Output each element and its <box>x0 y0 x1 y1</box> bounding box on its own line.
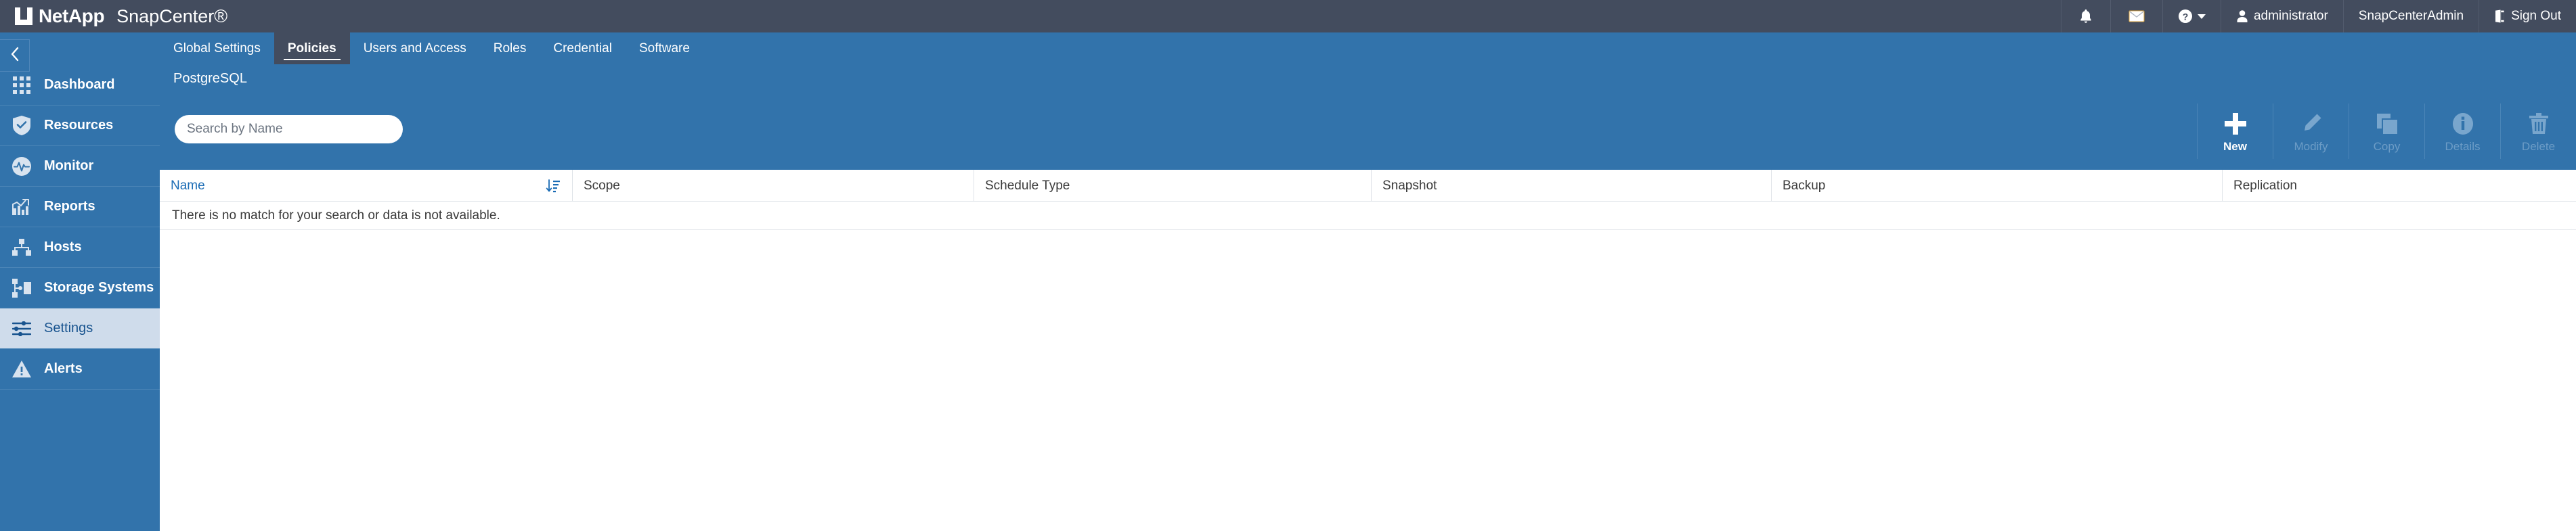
delete-button[interactable]: Delete <box>2500 103 2576 159</box>
svg-text:?: ? <box>2183 11 2189 22</box>
tab-credential[interactable]: Credential <box>540 32 626 64</box>
table-header-row: Name Scope Schedule Type Snapshot Backup… <box>160 170 2576 202</box>
sidebar-collapse-button[interactable] <box>0 39 30 72</box>
modify-label: Modify <box>2294 140 2328 153</box>
hosts-tree-icon <box>9 236 35 259</box>
pencil-icon <box>2300 109 2322 139</box>
plus-icon <box>2223 109 2248 139</box>
warning-triangle-icon <box>9 358 35 381</box>
copy-icon <box>2376 109 2398 139</box>
sidebar-item-label: Monitor <box>44 158 94 173</box>
current-user[interactable]: administrator <box>2220 0 2343 32</box>
grid-icon <box>9 74 35 97</box>
top-header-bar: NetApp SnapCenter® ? administrator SnapC… <box>0 0 2576 32</box>
trash-icon <box>2529 109 2548 139</box>
tab-bar: Global Settings Policies Users and Acces… <box>160 32 703 64</box>
tab-label: Policies <box>287 41 336 55</box>
user-icon <box>2236 9 2248 23</box>
current-user-label: administrator <box>2253 9 2328 23</box>
sidebar-item-reports[interactable]: Reports <box>0 187 160 227</box>
tab-label: Users and Access <box>363 41 466 55</box>
column-header-snapshot[interactable]: Snapshot <box>1371 170 1771 202</box>
tab-software[interactable]: Software <box>626 32 703 64</box>
sidebar-item-settings[interactable]: Settings <box>0 308 160 349</box>
bar-chart-icon <box>9 195 35 218</box>
modify-button[interactable]: Modify <box>2273 103 2349 159</box>
help-menu-button[interactable]: ? <box>2162 0 2221 32</box>
bell-icon <box>2079 9 2093 24</box>
page-title: PostgreSQL <box>173 71 247 86</box>
column-header-backup[interactable]: Backup <box>1771 170 2222 202</box>
details-button[interactable]: Details <box>2424 103 2500 159</box>
sort-ascending-icon[interactable] <box>546 179 561 193</box>
sidebar-item-monitor[interactable]: Monitor <box>0 146 160 187</box>
envelope-icon <box>2129 10 2145 22</box>
info-circle-icon <box>2452 109 2474 139</box>
storage-systems-icon <box>9 277 35 300</box>
tab-label: Roles <box>493 41 527 55</box>
tab-policies[interactable]: Policies <box>274 32 350 64</box>
details-label: Details <box>2445 140 2481 153</box>
sidebar: Dashboard Resources Monitor Reports Host… <box>0 32 160 531</box>
table-empty-message: There is no match for your search or dat… <box>160 202 2576 230</box>
shield-check-icon <box>9 114 35 137</box>
tab-global-settings[interactable]: Global Settings <box>160 32 274 64</box>
column-header-label: Name <box>171 178 205 193</box>
sidebar-item-storage-systems[interactable]: Storage Systems <box>0 268 160 308</box>
chevron-left-icon <box>10 47 20 65</box>
netapp-logo-icon <box>15 7 32 25</box>
header-actions: ? administrator SnapCenterAdmin Sign Out <box>2060 0 2576 32</box>
sidebar-item-label: Storage Systems <box>44 280 154 295</box>
search-input[interactable] <box>175 115 403 143</box>
column-header-label: Schedule Type <box>985 178 1070 193</box>
sidebar-item-label: Hosts <box>44 239 82 254</box>
column-header-label: Backup <box>1783 178 1826 193</box>
brand: NetApp SnapCenter® <box>0 0 227 32</box>
sidebar-item-resources[interactable]: Resources <box>0 106 160 146</box>
tab-label: Software <box>638 41 690 55</box>
current-role[interactable]: SnapCenterAdmin <box>2342 0 2479 32</box>
new-button[interactable]: New <box>2197 103 2273 159</box>
column-header-label: Replication <box>2233 178 2297 193</box>
new-label: New <box>2223 140 2247 153</box>
notifications-button[interactable] <box>2060 0 2110 32</box>
tab-roles[interactable]: Roles <box>480 32 540 64</box>
sidebar-item-label: Resources <box>44 118 114 133</box>
messages-button[interactable] <box>2110 0 2162 32</box>
product-name: SnapCenter® <box>116 5 228 26</box>
tab-label: Credential <box>553 41 612 55</box>
column-header-name[interactable]: Name <box>160 170 572 202</box>
copy-button[interactable]: Copy <box>2349 103 2424 159</box>
current-role-label: SnapCenterAdmin <box>2358 9 2464 23</box>
sidebar-item-label: Dashboard <box>44 77 115 92</box>
empty-message-label: There is no match for your search or dat… <box>172 208 500 223</box>
toolbar-actions: New Modify Copy Details Delete <box>2197 103 2576 159</box>
copy-label: Copy <box>2373 140 2401 153</box>
sidebar-item-label: Alerts <box>44 361 83 376</box>
chevron-down-icon <box>2197 14 2206 19</box>
content-header-panel: Global Settings Policies Users and Acces… <box>160 32 2576 170</box>
help-circle-icon: ? <box>2178 9 2193 24</box>
sidebar-item-label: Settings <box>44 321 93 336</box>
main-content: Global Settings Policies Users and Acces… <box>160 32 2576 531</box>
tab-users-and-access[interactable]: Users and Access <box>350 32 480 64</box>
column-header-replication[interactable]: Replication <box>2222 170 2576 202</box>
column-header-schedule-type[interactable]: Schedule Type <box>974 170 1371 202</box>
sign-out-button[interactable]: Sign Out <box>2479 0 2576 32</box>
sidebar-item-alerts[interactable]: Alerts <box>0 349 160 390</box>
sidebar-item-hosts[interactable]: Hosts <box>0 227 160 268</box>
delete-label: Delete <box>2521 140 2556 153</box>
tab-label: Global Settings <box>173 41 261 55</box>
sign-out-icon <box>2494 9 2506 23</box>
column-header-label: Scope <box>584 178 620 193</box>
sidebar-item-label: Reports <box>44 199 95 214</box>
sidebar-collapse-row <box>0 32 160 72</box>
brand-name: NetApp <box>39 5 105 26</box>
column-header-label: Snapshot <box>1382 178 1437 193</box>
column-header-scope[interactable]: Scope <box>572 170 974 202</box>
sign-out-label: Sign Out <box>2511 9 2561 23</box>
sliders-icon <box>9 317 35 340</box>
pulse-icon <box>9 155 35 178</box>
